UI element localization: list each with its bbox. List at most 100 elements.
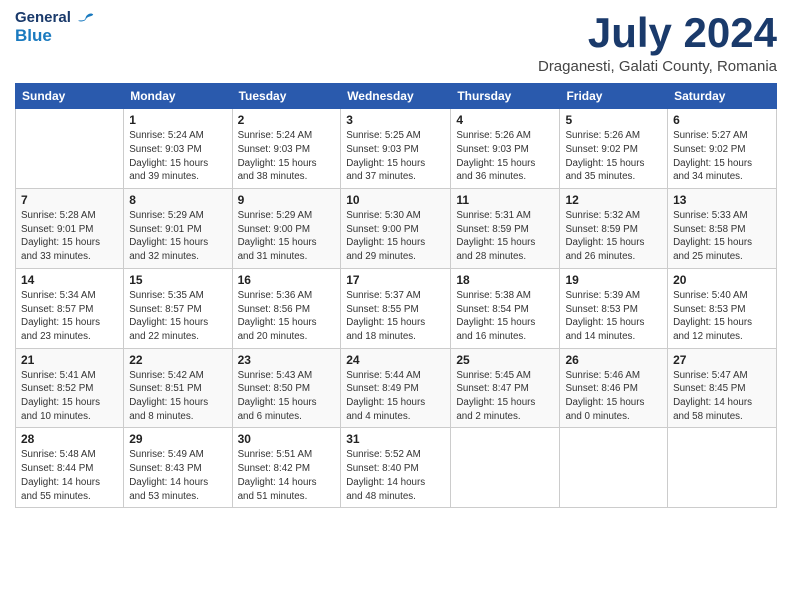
day-info: Sunrise: 5:24 AMSunset: 9:03 PMDaylight:… xyxy=(238,129,336,184)
calendar-cell: 15 Sunrise: 5:35 AMSunset: 8:57 PMDayligh… xyxy=(124,268,232,348)
day-info: Sunrise: 5:48 AMSunset: 8:44 PMDaylight:… xyxy=(21,448,118,503)
calendar-week-2: 7 Sunrise: 5:28 AMSunset: 9:01 PMDaylight… xyxy=(16,189,777,269)
day-number: 28 xyxy=(21,432,118,446)
day-number: 1 xyxy=(129,113,226,127)
page-header: General Blue July 2024 Draganesti, Galat… xyxy=(15,10,777,75)
calendar-cell: 25 Sunrise: 5:45 AMSunset: 8:47 PMDayligh… xyxy=(451,348,560,428)
day-number: 5 xyxy=(565,113,662,127)
day-number: 3 xyxy=(346,113,445,127)
day-number: 20 xyxy=(673,273,771,287)
weekday-header-saturday: Saturday xyxy=(668,84,777,109)
day-info: Sunrise: 5:26 AMSunset: 9:02 PMDaylight:… xyxy=(565,129,662,184)
calendar-week-5: 28 Sunrise: 5:48 AMSunset: 8:44 PMDayligh… xyxy=(16,428,777,508)
day-number: 2 xyxy=(238,113,336,127)
calendar-cell: 27 Sunrise: 5:47 AMSunset: 8:45 PMDayligh… xyxy=(668,348,777,428)
calendar-cell: 2 Sunrise: 5:24 AMSunset: 9:03 PMDaylight… xyxy=(232,109,341,189)
calendar-cell: 23 Sunrise: 5:43 AMSunset: 8:50 PMDayligh… xyxy=(232,348,341,428)
day-number: 31 xyxy=(346,432,445,446)
calendar-cell: 8Sunrise: 5:29 AMSunset: 9:01 PMDaylight… xyxy=(124,189,232,269)
calendar-cell: 29 Sunrise: 5:49 AMSunset: 8:43 PMDayligh… xyxy=(124,428,232,508)
day-number: 22 xyxy=(129,353,226,367)
calendar-cell: 5 Sunrise: 5:26 AMSunset: 9:02 PMDaylight… xyxy=(560,109,668,189)
day-number: 23 xyxy=(238,353,336,367)
day-info: Sunrise: 5:43 AMSunset: 8:50 PMDaylight:… xyxy=(238,369,336,424)
day-info: Sunrise: 5:38 AMSunset: 8:54 PMDaylight:… xyxy=(456,289,554,344)
day-info: Sunrise: 5:40 AMSunset: 8:53 PMDaylight:… xyxy=(673,289,771,344)
calendar-cell xyxy=(560,428,668,508)
title-block: July 2024 Draganesti, Galati County, Rom… xyxy=(538,10,777,75)
calendar-cell: 6 Sunrise: 5:27 AMSunset: 9:02 PMDaylight… xyxy=(668,109,777,189)
day-number: 24 xyxy=(346,353,445,367)
day-info: Sunrise: 5:51 AMSunset: 8:42 PMDaylight:… xyxy=(238,448,336,503)
day-info: Sunrise: 5:29 AMSunset: 9:01 PMDaylight:… xyxy=(129,209,226,264)
day-number: 19 xyxy=(565,273,662,287)
day-number: 10 xyxy=(346,193,445,207)
weekday-header-wednesday: Wednesday xyxy=(341,84,451,109)
weekday-header-sunday: Sunday xyxy=(16,84,124,109)
calendar-cell xyxy=(16,109,124,189)
day-number: 15 xyxy=(129,273,226,287)
weekday-header-friday: Friday xyxy=(560,84,668,109)
calendar-cell: 26 Sunrise: 5:46 AMSunset: 8:46 PMDayligh… xyxy=(560,348,668,428)
day-info: Sunrise: 5:25 AMSunset: 9:03 PMDaylight:… xyxy=(346,129,445,184)
day-number: 30 xyxy=(238,432,336,446)
day-info: Sunrise: 5:35 AMSunset: 8:57 PMDaylight:… xyxy=(129,289,226,344)
calendar-cell: 28 Sunrise: 5:48 AMSunset: 8:44 PMDayligh… xyxy=(16,428,124,508)
day-info: Sunrise: 5:37 AMSunset: 8:55 PMDaylight:… xyxy=(346,289,445,344)
day-info: Sunrise: 5:49 AMSunset: 8:43 PMDaylight:… xyxy=(129,448,226,503)
day-info: Sunrise: 5:29 AMSunset: 9:00 PMDaylight:… xyxy=(238,209,336,264)
day-number: 18 xyxy=(456,273,554,287)
calendar-cell xyxy=(451,428,560,508)
calendar-cell: 19 Sunrise: 5:39 AMSunset: 8:53 PMDayligh… xyxy=(560,268,668,348)
calendar-cell: 22Sunrise: 5:42 AMSunset: 8:51 PMDayligh… xyxy=(124,348,232,428)
calendar-cell: 17Sunrise: 5:37 AMSunset: 8:55 PMDayligh… xyxy=(341,268,451,348)
calendar-cell: 18 Sunrise: 5:38 AMSunset: 8:54 PMDayligh… xyxy=(451,268,560,348)
day-info: Sunrise: 5:46 AMSunset: 8:46 PMDaylight:… xyxy=(565,369,662,424)
day-number: 6 xyxy=(673,113,771,127)
day-number: 27 xyxy=(673,353,771,367)
calendar-cell: 30 Sunrise: 5:51 AMSunset: 8:42 PMDayligh… xyxy=(232,428,341,508)
day-info: Sunrise: 5:31 AMSunset: 8:59 PMDaylight:… xyxy=(456,209,554,264)
calendar-cell: 14Sunrise: 5:34 AMSunset: 8:57 PMDayligh… xyxy=(16,268,124,348)
day-number: 21 xyxy=(21,353,118,367)
day-number: 12 xyxy=(565,193,662,207)
day-number: 7 xyxy=(21,193,118,207)
day-info: Sunrise: 5:45 AMSunset: 8:47 PMDaylight:… xyxy=(456,369,554,424)
day-info: Sunrise: 5:44 AMSunset: 8:49 PMDaylight:… xyxy=(346,369,445,424)
weekday-header-monday: Monday xyxy=(124,84,232,109)
day-info: Sunrise: 5:24 AMSunset: 9:03 PMDaylight:… xyxy=(129,129,226,184)
day-info: Sunrise: 5:30 AMSunset: 9:00 PMDaylight:… xyxy=(346,209,445,264)
calendar-cell: 11 Sunrise: 5:31 AMSunset: 8:59 PMDayligh… xyxy=(451,189,560,269)
calendar-week-1: 1 Sunrise: 5:24 AMSunset: 9:03 PMDaylight… xyxy=(16,109,777,189)
day-number: 25 xyxy=(456,353,554,367)
weekday-header-thursday: Thursday xyxy=(451,84,560,109)
day-number: 29 xyxy=(129,432,226,446)
month-year-title: July 2024 xyxy=(538,10,777,56)
day-info: Sunrise: 5:47 AMSunset: 8:45 PMDaylight:… xyxy=(673,369,771,424)
day-number: 16 xyxy=(238,273,336,287)
day-number: 11 xyxy=(456,193,554,207)
calendar-cell: 21Sunrise: 5:41 AMSunset: 8:52 PMDayligh… xyxy=(16,348,124,428)
day-info: Sunrise: 5:28 AMSunset: 9:01 PMDaylight:… xyxy=(21,209,118,264)
logo-general: General xyxy=(15,9,71,26)
calendar-cell: 16Sunrise: 5:36 AMSunset: 8:56 PMDayligh… xyxy=(232,268,341,348)
calendar-cell: 9Sunrise: 5:29 AMSunset: 9:00 PMDaylight… xyxy=(232,189,341,269)
day-info: Sunrise: 5:39 AMSunset: 8:53 PMDaylight:… xyxy=(565,289,662,344)
calendar-cell: 1 Sunrise: 5:24 AMSunset: 9:03 PMDaylight… xyxy=(124,109,232,189)
calendar-cell xyxy=(668,428,777,508)
weekday-header-row: SundayMondayTuesdayWednesdayThursdayFrid… xyxy=(16,84,777,109)
day-number: 26 xyxy=(565,353,662,367)
day-info: Sunrise: 5:32 AMSunset: 8:59 PMDaylight:… xyxy=(565,209,662,264)
day-number: 14 xyxy=(21,273,118,287)
calendar-cell: 31Sunrise: 5:52 AMSunset: 8:40 PMDayligh… xyxy=(341,428,451,508)
weekday-header-tuesday: Tuesday xyxy=(232,84,341,109)
day-info: Sunrise: 5:26 AMSunset: 9:03 PMDaylight:… xyxy=(456,129,554,184)
day-info: Sunrise: 5:27 AMSunset: 9:02 PMDaylight:… xyxy=(673,129,771,184)
day-info: Sunrise: 5:33 AMSunset: 8:58 PMDaylight:… xyxy=(673,209,771,264)
calendar-cell: 10 Sunrise: 5:30 AMSunset: 9:00 PMDayligh… xyxy=(341,189,451,269)
calendar-body: 1 Sunrise: 5:24 AMSunset: 9:03 PMDaylight… xyxy=(16,109,777,508)
calendar-table: SundayMondayTuesdayWednesdayThursdayFrid… xyxy=(15,83,777,508)
logo: General Blue xyxy=(15,10,95,45)
calendar-cell: 20 Sunrise: 5:40 AMSunset: 8:53 PMDayligh… xyxy=(668,268,777,348)
calendar-cell: 4Sunrise: 5:26 AMSunset: 9:03 PMDaylight… xyxy=(451,109,560,189)
